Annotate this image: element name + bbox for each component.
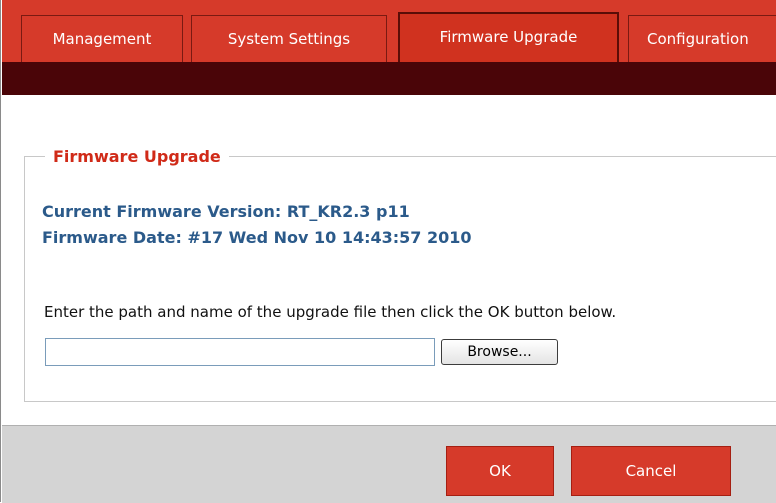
- cancel-button[interactable]: Cancel: [571, 446, 731, 496]
- upgrade-file-input[interactable]: [45, 338, 435, 366]
- browse-button[interactable]: Browse...: [441, 339, 558, 365]
- content-area: Firmware Upgrade Current Firmware Versio…: [2, 95, 776, 425]
- tab-bar: Management System Settings Firmware Upgr…: [2, 0, 776, 62]
- ok-button[interactable]: OK: [446, 446, 554, 496]
- footer-bar: OK Cancel: [2, 425, 776, 503]
- current-firmware-version: Current Firmware Version: RT_KR2.3 p11: [42, 202, 410, 221]
- tab-system-settings[interactable]: System Settings: [191, 15, 387, 62]
- tab-management[interactable]: Management: [21, 15, 183, 62]
- firmware-date: Firmware Date: #17 Wed Nov 10 14:43:57 2…: [42, 228, 472, 247]
- tab-configuration[interactable]: Configuration: [628, 15, 776, 62]
- tab-firmware-upgrade[interactable]: Firmware Upgrade: [398, 12, 619, 62]
- panel-legend: Firmware Upgrade: [53, 147, 221, 166]
- window-frame: Management System Settings Firmware Upgr…: [0, 0, 776, 503]
- upgrade-instructions: Enter the path and name of the upgrade f…: [44, 303, 617, 321]
- submenu-bar: [2, 62, 776, 95]
